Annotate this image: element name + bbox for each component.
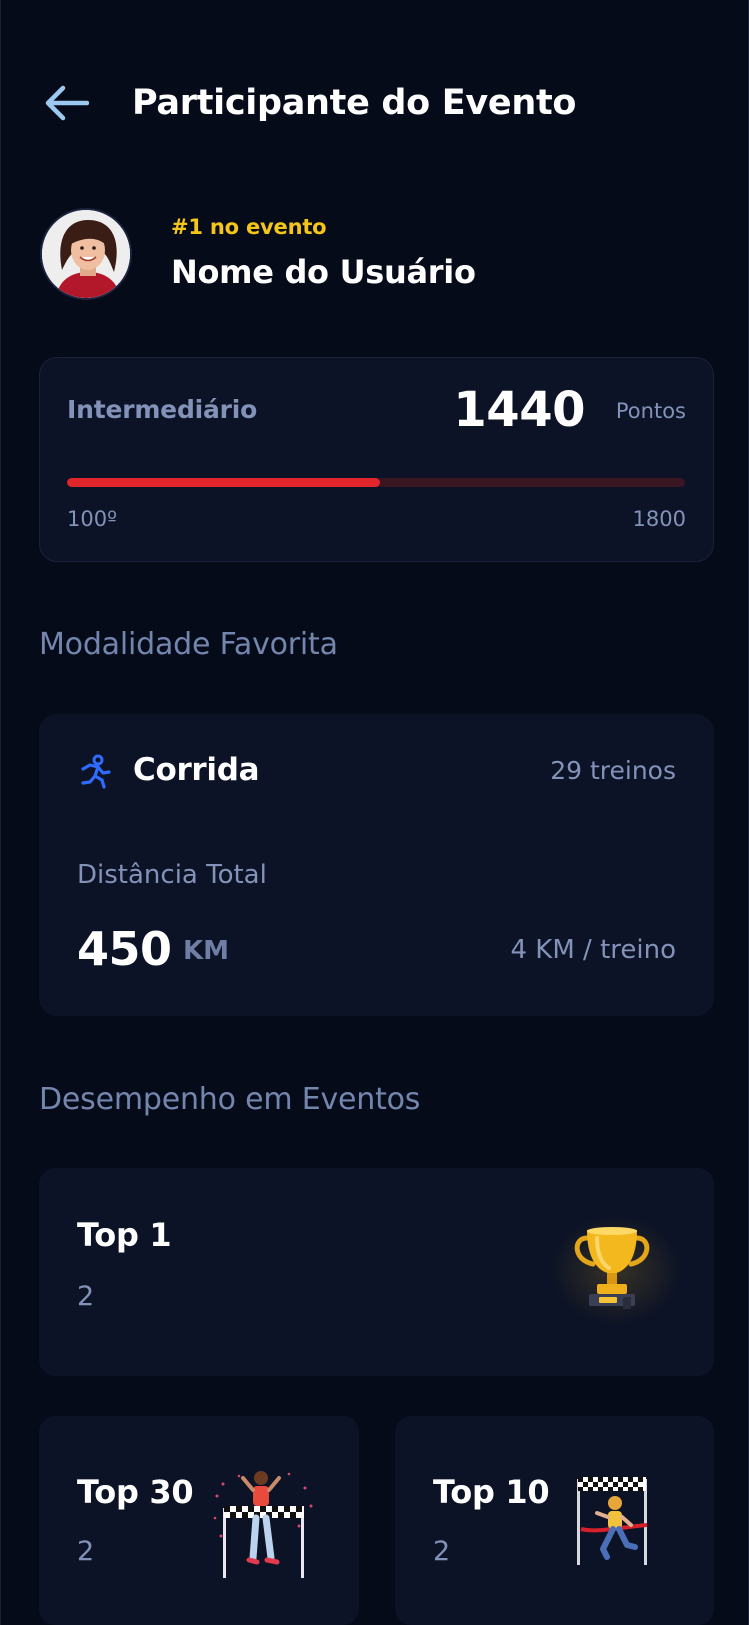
section-title-favorite-modality: Modalidade Favorita [39,627,338,662]
event-card-title: Top 1 [77,1216,172,1254]
progress-min-label: 100º [67,507,117,531]
progress-bar [67,478,685,487]
points-unit: Pontos [615,399,686,423]
distance-unit: KM [183,936,230,966]
event-card-count: 2 [77,1536,95,1567]
distance-label: Distância Total [77,860,267,890]
rank-label: #1 no evento [171,215,327,239]
level-label: Intermediário [67,395,258,424]
progress-max-label: 1800 [632,507,686,531]
event-card-count: 2 [433,1536,451,1567]
workouts-count: 29 treinos [550,756,676,785]
avatar[interactable] [40,208,132,300]
section-title-performance: Desempenho em Eventos [39,1082,421,1117]
modality-card[interactable]: Corrida 29 treinos Distância Total 450 K… [39,714,714,1016]
back-button[interactable] [40,80,92,126]
user-name: Nome do Usuário [171,253,476,291]
points-value: 1440 [453,382,585,438]
progress-bar-fill [67,478,381,487]
event-card-title: Top 30 [77,1473,194,1511]
runner-icon [81,754,111,789]
event-card-top-30[interactable]: Top 30 2 [39,1416,359,1625]
event-card-title: Top 10 [433,1473,550,1511]
distance-per-workout: 4 KM / treino [510,935,677,965]
event-card-count: 2 [77,1281,95,1312]
event-card-top-10[interactable]: Top 10 2 [395,1416,714,1625]
avatar-photo [42,210,130,298]
distance-value: 450 [77,922,172,976]
modality-name: Corrida [133,752,260,788]
points-card: Intermediário 1440 Pontos 100º 1800 [39,357,714,562]
event-card-top-1[interactable]: Top 1 2 [39,1168,714,1376]
finish-line-runner-icon [577,1477,648,1565]
trophy-icon [574,1227,650,1309]
finish-line-celebration-icon [213,1471,313,1578]
page-title: Participante do Evento [132,83,577,123]
arrow-left-icon [45,85,89,121]
